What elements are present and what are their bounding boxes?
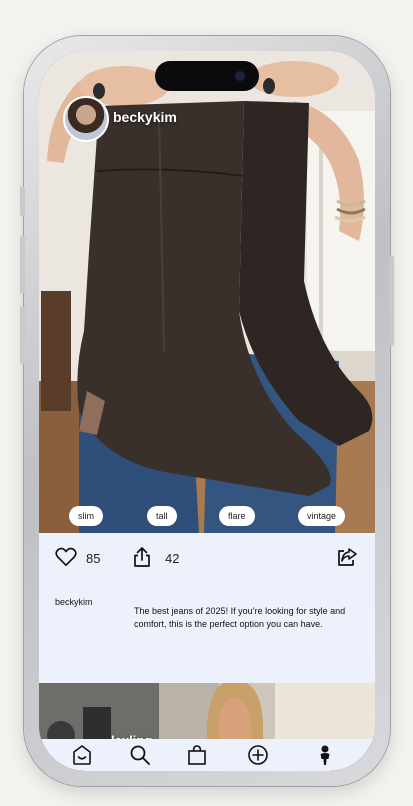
volume-up-button bbox=[20, 236, 25, 294]
add-icon[interactable] bbox=[247, 744, 269, 766]
dynamic-island bbox=[155, 61, 259, 91]
action-button bbox=[20, 186, 25, 216]
bottom-nav bbox=[39, 739, 375, 771]
forward-icon[interactable] bbox=[336, 547, 358, 567]
phone-frame: beckykim slim tall flare vintage 85 42 b… bbox=[20, 36, 394, 786]
share-count: 42 bbox=[165, 551, 180, 566]
next-post-preview[interactable]: lexling bbox=[39, 683, 375, 743]
post-info-panel: 85 42 beckykim The best jeans of 2025! I… bbox=[39, 533, 375, 683]
power-button bbox=[389, 256, 394, 346]
tag-tall[interactable]: tall bbox=[147, 506, 177, 526]
home-icon[interactable] bbox=[71, 744, 93, 766]
tag-list: slim tall flare vintage bbox=[39, 506, 375, 528]
post-username[interactable]: beckykim bbox=[113, 109, 177, 125]
avatar[interactable] bbox=[63, 96, 109, 142]
profile-icon[interactable] bbox=[314, 744, 336, 766]
caption-text: The best jeans of 2025! If you’re lookin… bbox=[134, 606, 346, 629]
camera-icon bbox=[235, 71, 245, 81]
screen: beckykim slim tall flare vintage 85 42 b… bbox=[39, 51, 375, 771]
tag-slim[interactable]: slim bbox=[69, 506, 103, 526]
caption-author[interactable]: beckykim bbox=[55, 597, 93, 607]
search-icon[interactable] bbox=[129, 744, 151, 766]
next-post-photo bbox=[39, 683, 375, 743]
tag-vintage[interactable]: vintage bbox=[298, 506, 346, 526]
volume-down-button bbox=[20, 306, 25, 364]
share-upload-icon[interactable] bbox=[133, 546, 151, 568]
like-count: 85 bbox=[86, 551, 101, 566]
shopping-bag-icon[interactable] bbox=[186, 744, 208, 766]
tag-flare[interactable]: flare bbox=[219, 506, 255, 526]
heart-icon[interactable] bbox=[55, 547, 77, 567]
